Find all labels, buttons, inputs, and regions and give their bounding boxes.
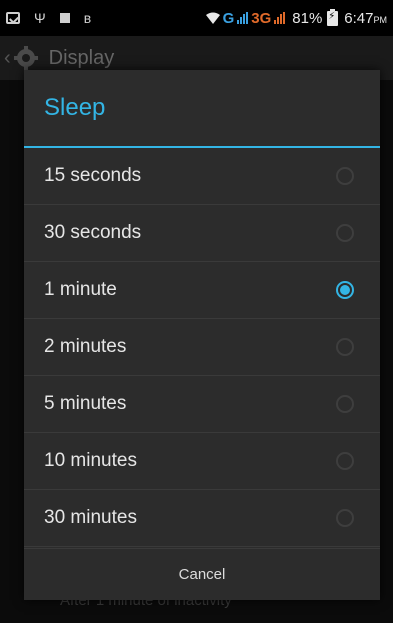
- radio-button[interactable]: [336, 452, 354, 470]
- network-g-label: G: [222, 9, 235, 27]
- sleep-option-label: 15 seconds: [44, 165, 142, 186]
- radio-button[interactable]: [336, 224, 354, 242]
- clock: 6:47PM: [344, 10, 387, 27]
- status-left-icons: Ψ ʙ: [6, 10, 91, 26]
- radio-button[interactable]: [336, 395, 354, 413]
- signal-icon-2: [274, 12, 286, 24]
- status-bar: Ψ ʙ G 3G 81% 6:47PM: [0, 0, 393, 36]
- sleep-option[interactable]: 30 minutes: [24, 490, 380, 547]
- sleep-option-label: 1 minute: [44, 279, 117, 300]
- sleep-dialog: Sleep 15 seconds 30 seconds 1 minute 2 minu…: [24, 70, 380, 600]
- dialog-footer: Cancel: [24, 548, 380, 600]
- wifi-icon: [205, 12, 220, 24]
- battery-charging-icon: [327, 8, 339, 26]
- status-right: G 3G 81% 6:47PM: [205, 8, 387, 27]
- sleep-option-label: 2 minutes: [44, 336, 127, 357]
- sleep-option[interactable]: 1 minute: [24, 262, 380, 319]
- message-icon: [6, 12, 20, 24]
- usb-icon: Ψ: [34, 10, 46, 26]
- settings-icon: [13, 46, 38, 70]
- sleep-option-label: 10 minutes: [44, 450, 137, 471]
- clock-ampm: PM: [373, 14, 388, 25]
- signal-icon: [237, 12, 249, 24]
- sleep-option[interactable]: 10 minutes: [24, 433, 380, 490]
- stop-icon: [59, 13, 70, 23]
- radio-button[interactable]: [336, 167, 354, 185]
- page-title: Display: [48, 46, 115, 69]
- sleep-options-list: 15 seconds 30 seconds 1 minute 2 minutes 5 m…: [24, 148, 380, 547]
- clock-time: 6:47: [344, 9, 374, 27]
- sleep-option-label: 30 seconds: [44, 222, 142, 243]
- battery-percent: 81%: [292, 9, 323, 27]
- sleep-option[interactable]: 15 seconds: [24, 148, 380, 205]
- radio-button[interactable]: [336, 281, 354, 299]
- sleep-option[interactable]: 2 minutes: [24, 319, 380, 376]
- cancel-button[interactable]: Cancel: [24, 549, 380, 600]
- sleep-option-label: 5 minutes: [44, 393, 127, 414]
- bluetooth-icon: ʙ: [83, 10, 92, 26]
- sleep-option-label: 30 minutes: [44, 507, 137, 528]
- sleep-option[interactable]: 5 minutes: [24, 376, 380, 433]
- radio-button[interactable]: [336, 509, 354, 527]
- network-3g-label: 3G: [251, 9, 272, 27]
- radio-button[interactable]: [336, 338, 354, 356]
- sleep-option[interactable]: 30 seconds: [24, 205, 380, 262]
- back-arrow-icon: ‹: [4, 46, 11, 69]
- dialog-title: Sleep: [24, 70, 380, 148]
